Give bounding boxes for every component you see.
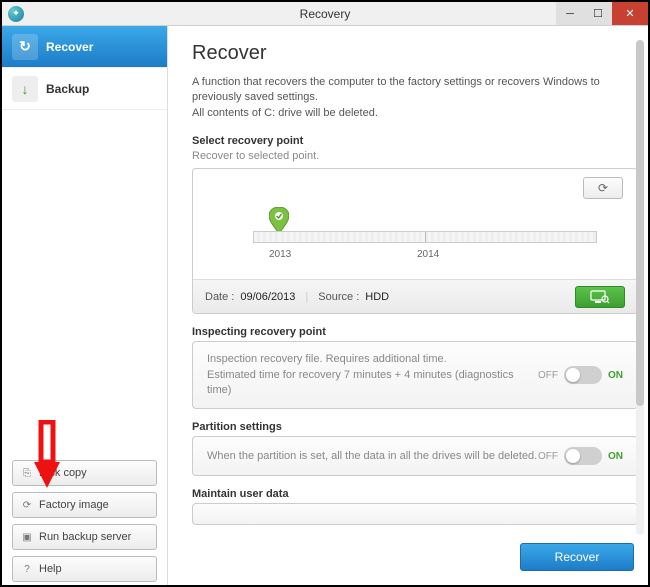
disk-copy-button[interactable]: ⎘ Disk copy (12, 460, 157, 486)
partition-toggle[interactable] (564, 447, 602, 465)
server-icon: ▣ (21, 531, 33, 543)
main-content: Recover A function that recovers the com… (168, 26, 648, 585)
help-icon: ? (21, 563, 33, 575)
main-scrollbar[interactable] (636, 40, 644, 535)
partition-toggle-group: OFF ON (538, 447, 623, 465)
off-label: OFF (538, 451, 558, 462)
on-label: ON (608, 370, 623, 381)
source-value: HDD (365, 291, 389, 303)
button-label: Disk copy (39, 467, 87, 479)
inspect-toggle-group: OFF ON (538, 366, 623, 384)
recover-button[interactable]: Recover (520, 543, 634, 571)
close-button[interactable]: ✕ (612, 2, 648, 25)
inspect-text: Inspection recovery file. Requires addit… (207, 352, 538, 398)
sidebar: ↻ Recover ↓ Backup ⎘ Disk copy ⟳ Factory… (2, 26, 168, 585)
maintain-panel (192, 503, 638, 525)
disk-copy-icon: ⎘ (21, 467, 33, 479)
inspect-panel: Inspection recovery file. Requires addit… (192, 341, 638, 409)
sidebar-item-backup[interactable]: ↓ Backup (2, 68, 167, 110)
sidebar-item-recover[interactable]: ↻ Recover (2, 26, 167, 68)
recover-icon: ↻ (12, 34, 38, 60)
title-bar: ✦ Recovery ─ ☐ ✕ (2, 2, 648, 26)
page-description: A function that recovers the computer to… (192, 75, 638, 121)
help-button[interactable]: ? Help (12, 556, 157, 582)
partition-panel: When the partition is set, all the data … (192, 436, 638, 476)
button-label: Help (39, 563, 62, 575)
refresh-timeline-button[interactable]: ⟳ (583, 177, 623, 199)
date-value: 09/06/2013 (240, 291, 295, 303)
timeline-track (253, 231, 597, 243)
preview-button[interactable] (575, 286, 625, 308)
minimize-button[interactable]: ─ (556, 2, 584, 25)
on-label: ON (608, 451, 623, 462)
factory-image-icon: ⟳ (21, 499, 33, 511)
factory-image-button[interactable]: ⟳ Factory image (12, 492, 157, 518)
recovery-point-pin-icon[interactable] (269, 207, 289, 233)
window-title: Recovery (300, 7, 351, 21)
monitor-search-icon (590, 290, 610, 304)
recovery-point-subtitle: Recover to selected point. (192, 150, 638, 162)
recovery-timeline[interactable]: ⟳ 2013 2014 (193, 169, 637, 279)
window-controls: ─ ☐ ✕ (556, 2, 648, 25)
year-label: 2013 (269, 249, 291, 260)
backup-icon: ↓ (12, 76, 38, 102)
recovery-point-title: Select recovery point (192, 135, 638, 147)
maintain-title: Maintain user data (192, 488, 638, 500)
button-label: Run backup server (39, 531, 131, 543)
button-label: Factory image (39, 499, 109, 511)
page-title: Recover (192, 42, 638, 65)
off-label: OFF (538, 370, 558, 381)
inspect-toggle[interactable] (564, 366, 602, 384)
date-label: Date : (205, 291, 234, 303)
partition-title: Partition settings (192, 421, 638, 433)
sidebar-item-label: Recover (46, 40, 93, 54)
inspect-title: Inspecting recovery point (192, 326, 638, 338)
partition-text: When the partition is set, all the data … (207, 449, 538, 464)
scroll-thumb[interactable] (636, 40, 644, 406)
maximize-button[interactable]: ☐ (584, 2, 612, 25)
recovery-info-bar: Date : 09/06/2013 | Source : HDD (193, 279, 637, 313)
app-icon: ✦ (8, 6, 24, 22)
source-label: Source : (318, 291, 359, 303)
sidebar-item-label: Backup (46, 82, 89, 96)
recovery-point-panel: ⟳ 2013 2014 Date : 09/06/2013 | Source :… (192, 168, 638, 314)
year-label: 2014 (417, 249, 439, 260)
run-backup-server-button[interactable]: ▣ Run backup server (12, 524, 157, 550)
